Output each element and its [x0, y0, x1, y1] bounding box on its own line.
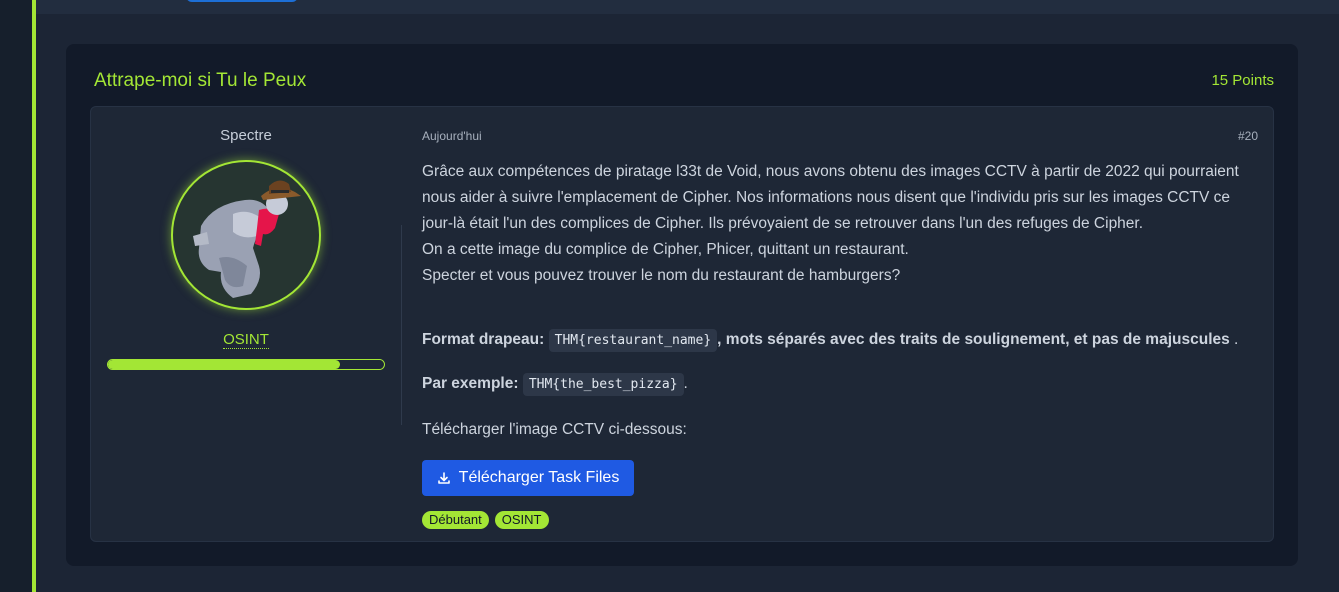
rank-progress-fill — [108, 360, 340, 369]
format-end: . — [1229, 331, 1239, 348]
example-label: Par exemple: — [422, 375, 519, 392]
post-body: Grâce aux compétences de piratage l33t d… — [422, 159, 1258, 289]
paragraph-line: Specter et vous pouvez trouver le nom du… — [422, 267, 901, 284]
paragraph-line: Grâce aux compétences de piratage l33t d… — [422, 163, 1239, 232]
task-card: Attrape-moi si Tu le Peux 15 Points Spec… — [66, 44, 1298, 566]
top-button-edge[interactable] — [186, 0, 298, 2]
flag-format-line: Format drapeau: THM{restaurant_name}, mo… — [422, 329, 1239, 352]
column-divider — [401, 225, 402, 425]
thread-accent-line — [32, 0, 36, 592]
download-icon — [437, 472, 450, 484]
forum-post: Spectre OSINT Aujourd'hui #20 Grâce aux … — [90, 106, 1274, 542]
spy-avatar-icon — [193, 180, 301, 298]
example-code: THM{the_best_pizza} — [522, 373, 684, 396]
left-gutter — [0, 0, 32, 592]
tag-osint[interactable]: OSINT — [494, 511, 549, 529]
format-label: Format drapeau: — [422, 331, 545, 348]
rank-progress-bar — [107, 359, 385, 370]
top-bar — [36, 0, 1339, 14]
example-end: . — [683, 375, 688, 392]
avatar[interactable] — [171, 160, 321, 310]
download-instructions: Télécharger l'image CCTV ci-dessous: — [422, 421, 687, 438]
author-name[interactable]: Spectre — [91, 127, 401, 144]
post-number[interactable]: #20 — [1238, 129, 1258, 143]
paragraph-line: On a cette image du complice de Cipher, … — [422, 241, 909, 258]
format-suffix: , mots séparés avec des traits de soulig… — [717, 331, 1230, 348]
post-date: Aujourd'hui — [422, 129, 482, 143]
task-points: 15 Points — [1211, 72, 1274, 89]
download-button-label: Télécharger Task Files — [458, 469, 620, 486]
author-rank[interactable]: OSINT — [91, 331, 401, 349]
tag-list: Débutant OSINT — [422, 511, 549, 529]
download-task-files-button[interactable]: Télécharger Task Files — [422, 460, 634, 496]
example-line: Par exemple: THM{the_best_pizza}. — [422, 373, 688, 396]
tag-debutant[interactable]: Débutant — [422, 511, 489, 529]
task-title[interactable]: Attrape-moi si Tu le Peux — [94, 70, 306, 92]
author-panel: Spectre OSINT — [91, 107, 401, 541]
format-code: THM{restaurant_name} — [548, 329, 718, 352]
